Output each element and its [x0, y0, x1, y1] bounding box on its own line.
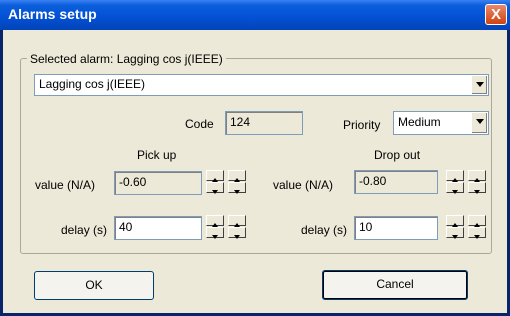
pickup-delay-spinner[interactable]	[206, 215, 248, 239]
pickup-value-spinner[interactable]	[206, 170, 248, 194]
dropout-delay-label: delay (s)	[301, 223, 348, 237]
dropout-value-fine-down-button[interactable]	[468, 182, 486, 194]
ok-button[interactable]: OK	[34, 271, 154, 300]
priority-label: Priority	[343, 118, 381, 132]
selected-alarm-group-label: Selected alarm: Lagging cos j(IEEE)	[27, 52, 226, 66]
dropout-delay: 10	[359, 220, 373, 234]
dropout-delay-down-button[interactable]	[446, 227, 464, 239]
dropout-value-up-button[interactable]	[446, 170, 464, 182]
code-field: 124	[225, 111, 303, 135]
pickup-delay-label: delay (s)	[61, 223, 108, 237]
code-value: 124	[230, 115, 251, 129]
pickup-delay-down-button[interactable]	[206, 227, 224, 239]
title-bar[interactable]: Alarms setup X	[0, 0, 510, 30]
pickup-value-label: value (N/A)	[35, 178, 96, 192]
spin-down-icon	[474, 190, 480, 194]
spin-down-icon	[212, 190, 218, 194]
cancel-button[interactable]: Cancel	[322, 270, 468, 300]
dropout-value: -0.80	[359, 174, 387, 188]
dropout-value-spinner[interactable]	[446, 170, 488, 194]
dropout-delay-up-button[interactable]	[446, 215, 464, 227]
pickup-value-up-button[interactable]	[206, 170, 224, 182]
dropout-delay-fine-up-button[interactable]	[468, 215, 486, 227]
window-title: Alarms setup	[8, 6, 97, 22]
dropout-heading: Drop out	[374, 148, 421, 162]
dropout-value-down-button[interactable]	[446, 182, 464, 194]
spin-down-icon	[452, 235, 458, 239]
pickup-value-fine-down-button[interactable]	[228, 182, 246, 194]
alarm-select-dropdown-button[interactable]	[471, 76, 487, 94]
pickup-delay: 40	[119, 220, 133, 234]
dropout-value-field[interactable]: -0.80	[354, 170, 438, 194]
dropout-delay-spinner[interactable]	[446, 215, 488, 239]
pickup-delay-fine-down-button[interactable]	[228, 227, 246, 239]
spin-down-icon	[212, 235, 218, 239]
dropout-value-fine-up-button[interactable]	[468, 170, 486, 182]
pickup-delay-field[interactable]: 40	[114, 216, 202, 240]
dropout-delay-fine-down-button[interactable]	[468, 227, 486, 239]
close-button[interactable]: X	[485, 4, 507, 25]
spin-down-icon	[234, 190, 240, 194]
priority-select[interactable]: Medium	[393, 111, 489, 135]
pickup-value-field[interactable]: -0.60	[114, 171, 202, 195]
alarm-select[interactable]: Lagging cos j(IEEE)	[34, 74, 489, 96]
pickup-delay-fine-up-button[interactable]	[228, 215, 246, 227]
spin-down-icon	[474, 235, 480, 239]
alarm-select-value: Lagging cos j(IEEE)	[39, 77, 146, 91]
spin-down-icon	[234, 235, 240, 239]
priority-dropdown-button[interactable]	[471, 113, 487, 133]
pickup-value: -0.60	[119, 175, 147, 189]
dropdown-arrow-icon	[475, 82, 484, 87]
pickup-value-fine-up-button[interactable]	[228, 170, 246, 182]
dropout-value-label: value (N/A)	[273, 178, 334, 192]
close-icon: X	[490, 6, 501, 23]
pickup-delay-up-button[interactable]	[206, 215, 224, 227]
spin-down-icon	[452, 190, 458, 194]
priority-select-value: Medium	[398, 115, 441, 129]
pickup-heading: Pick up	[137, 148, 177, 162]
dropout-delay-field[interactable]: 10	[354, 216, 438, 240]
code-label: Code	[185, 117, 214, 131]
dropdown-arrow-icon	[475, 119, 484, 124]
pickup-value-down-button[interactable]	[206, 182, 224, 194]
